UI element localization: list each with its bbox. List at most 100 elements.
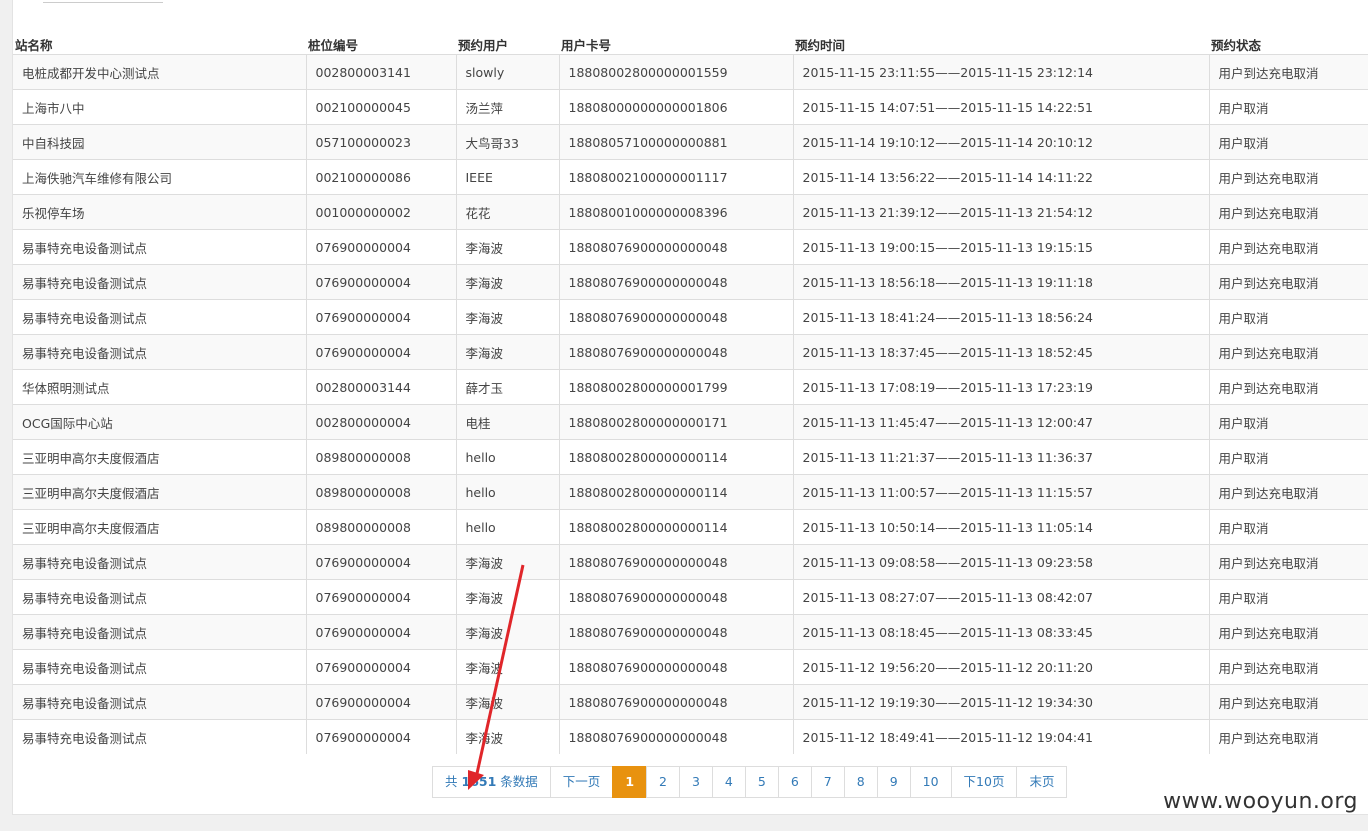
- cell-status: 用户取消: [1209, 579, 1368, 615]
- cell-user: 李海波: [456, 544, 560, 580]
- cell-card-number: 18808076900000000048: [559, 649, 794, 685]
- cell-pile-id: 076900000004: [306, 614, 457, 650]
- next-page-button[interactable]: 下一页: [549, 766, 614, 798]
- cell-pile-id: 002800003141: [306, 54, 457, 90]
- table-row: 电桩成都开发中心测试点 002800003141 slowly 18808002800…: [13, 54, 1368, 90]
- cell-user: 李海波: [456, 579, 560, 615]
- cell-status: 用户取消: [1209, 124, 1368, 160]
- cell-pile-id: 002800000004: [306, 404, 457, 440]
- table-row: 易事特充电设备测试点 076900000004 李海波 188080769000000…: [13, 684, 1368, 720]
- header-user: 预约用户: [456, 34, 559, 55]
- cell-status: 用户到达充电取消: [1209, 474, 1368, 510]
- cell-user: 李海波: [456, 719, 560, 754]
- cell-pile-id: 002100000045: [306, 89, 457, 125]
- cell-status: 用户到达充电取消: [1209, 684, 1368, 720]
- table-row: 易事特充电设备测试点 076900000004 李海波 188080769000000…: [13, 544, 1368, 580]
- cell-status: 用户取消: [1209, 509, 1368, 545]
- page-9-button[interactable]: 9: [876, 766, 911, 798]
- cell-station-name: 三亚明申高尔夫度假酒店: [13, 509, 307, 545]
- table-row: 易事特充电设备测试点 076900000004 李海波 188080769000000…: [13, 334, 1368, 370]
- cell-station-name: 易事特充电设备测试点: [13, 544, 307, 580]
- cell-station-name: 易事特充电设备测试点: [13, 264, 307, 300]
- cell-station-name: 中自科技园: [13, 124, 307, 160]
- cell-pile-id: 076900000004: [306, 229, 457, 265]
- cell-card-number: 18808002800000000114: [559, 439, 794, 475]
- cell-time: 2015-11-13 18:37:45——2015-11-13 18:52:45: [793, 334, 1210, 370]
- cell-status: 用户到达充电取消: [1209, 649, 1368, 685]
- cell-station-name: 三亚明申高尔夫度假酒店: [13, 474, 307, 510]
- cell-user: 电桂: [456, 404, 560, 440]
- cell-card-number: 18808076900000000048: [559, 719, 794, 754]
- reservation-table: 站名称 桩位编号 预约用户 用户卡号 预约时间 预约状态 电桩成都开发中心测试点…: [13, 34, 1368, 754]
- cell-status: 用户到达充电取消: [1209, 54, 1368, 90]
- cell-status: 用户到达充电取消: [1209, 369, 1368, 405]
- cell-user: 汤兰萍: [456, 89, 560, 125]
- cell-station-name: 上海佚驰汽车维修有限公司: [13, 159, 307, 195]
- table-row: OCG国际中心站 002800000004 电桂 188080028000000001…: [13, 404, 1368, 440]
- cell-user: IEEE: [456, 159, 560, 195]
- cell-pile-id: 002100000086: [306, 159, 457, 195]
- cell-user: 李海波: [456, 334, 560, 370]
- cell-card-number: 18808002800000001559: [559, 54, 794, 90]
- cell-station-name: 易事特充电设备测试点: [13, 299, 307, 335]
- cell-pile-id: 076900000004: [306, 264, 457, 300]
- page-7-button[interactable]: 7: [810, 766, 845, 798]
- table-row: 易事特充电设备测试点 076900000004 李海波 188080769000000…: [13, 299, 1368, 335]
- page-8-button[interactable]: 8: [843, 766, 878, 798]
- cell-station-name: 上海市八中: [13, 89, 307, 125]
- cell-time: 2015-11-13 11:45:47——2015-11-13 12:00:47: [793, 404, 1210, 440]
- cell-station-name: OCG国际中心站: [13, 404, 307, 440]
- cell-card-number: 18808076900000000048: [559, 544, 794, 580]
- cell-pile-id: 076900000004: [306, 544, 457, 580]
- cell-pile-id: 076900000004: [306, 684, 457, 720]
- cell-time: 2015-11-12 19:56:20——2015-11-12 20:11:20: [793, 649, 1210, 685]
- page-10-button[interactable]: 10: [909, 766, 952, 798]
- cell-status: 用户到达充电取消: [1209, 159, 1368, 195]
- page-1-button[interactable]: 1: [612, 766, 648, 798]
- page-5-button[interactable]: 5: [744, 766, 779, 798]
- page-3-button[interactable]: 3: [678, 766, 713, 798]
- page-2-button[interactable]: 2: [646, 766, 680, 798]
- last-page-button[interactable]: 末页: [1016, 766, 1068, 798]
- cell-pile-id: 057100000023: [306, 124, 457, 160]
- cell-pile-id: 076900000004: [306, 299, 457, 335]
- table-row: 上海市八中 002100000045 汤兰萍 18808000000000001806…: [13, 89, 1368, 125]
- cell-time: 2015-11-15 23:11:55——2015-11-15 23:12:14: [793, 54, 1210, 90]
- cell-status: 用户取消: [1209, 89, 1368, 125]
- cell-user: 李海波: [456, 229, 560, 265]
- page-6-button[interactable]: 6: [777, 766, 812, 798]
- table-row: 易事特充电设备测试点 076900000004 李海波 188080769000000…: [13, 579, 1368, 615]
- cell-time: 2015-11-13 11:21:37——2015-11-13 11:36:37: [793, 439, 1210, 475]
- cell-pile-id: 076900000004: [306, 334, 457, 370]
- cell-card-number: 18808002800000001799: [559, 369, 794, 405]
- header-status: 预约状态: [1209, 34, 1368, 55]
- cell-station-name: 易事特充电设备测试点: [13, 579, 307, 615]
- cell-station-name: 易事特充电设备测试点: [13, 684, 307, 720]
- next-10-pages-button[interactable]: 下10页: [950, 766, 1018, 798]
- cell-card-number: 18808057100000000881: [559, 124, 794, 160]
- table-row: 三亚明申高尔夫度假酒店 089800000008 hello 188080028000…: [13, 439, 1368, 475]
- cell-user: hello: [456, 439, 560, 475]
- cell-user: 大鸟哥33: [456, 124, 560, 160]
- cell-status: 用户到达充电取消: [1209, 194, 1368, 230]
- cell-status: 用户取消: [1209, 439, 1368, 475]
- cell-card-number: 18808001000000008396: [559, 194, 794, 230]
- watermark: www.wooyun.org: [1163, 789, 1358, 814]
- cell-pile-id: 089800000008: [306, 474, 457, 510]
- cell-station-name: 易事特充电设备测试点: [13, 334, 307, 370]
- cell-card-number: 18808002100000001117: [559, 159, 794, 195]
- cell-card-number: 18808002800000000114: [559, 509, 794, 545]
- table-body: 电桩成都开发中心测试点 002800003141 slowly 18808002800…: [13, 54, 1368, 754]
- cell-time: 2015-11-14 19:10:12——2015-11-14 20:10:12: [793, 124, 1210, 160]
- cell-card-number: 18808076900000000048: [559, 229, 794, 265]
- cell-station-name: 乐视停车场: [13, 194, 307, 230]
- cell-card-number: 18808000000000001806: [559, 89, 794, 125]
- cell-card-number: 18808002800000000171: [559, 404, 794, 440]
- cell-status: 用户到达充电取消: [1209, 614, 1368, 650]
- cell-user: 薛才玉: [456, 369, 560, 405]
- cell-time: 2015-11-13 08:27:07——2015-11-13 08:42:07: [793, 579, 1210, 615]
- cell-station-name: 三亚明申高尔夫度假酒店: [13, 439, 307, 475]
- pagination: 共 1651 条数据 下一页 1 2 3 4 5 6 7 8 9 10 下10页…: [432, 766, 1068, 798]
- page-4-button[interactable]: 4: [711, 766, 746, 798]
- total-count-label: 共 1651 条数据: [432, 766, 551, 798]
